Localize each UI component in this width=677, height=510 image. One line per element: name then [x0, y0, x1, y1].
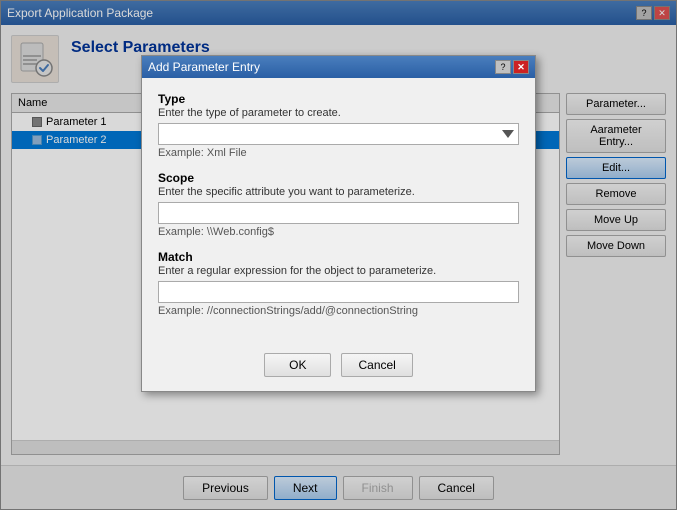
match-description: Enter a regular expression for the objec…: [158, 265, 519, 277]
match-field-section: Match Enter a regular expression for the…: [158, 250, 519, 317]
match-label: Match: [158, 250, 519, 264]
type-description: Enter the type of parameter to create.: [158, 107, 519, 119]
type-select[interactable]: [158, 123, 519, 145]
match-input[interactable]: [158, 281, 519, 303]
scope-input[interactable]: [158, 202, 519, 224]
scope-field-section: Scope Enter the specific attribute you w…: [158, 171, 519, 238]
type-example: Example: Xml File: [158, 147, 519, 159]
modal-title-bar: Add Parameter Entry ? ✕: [142, 56, 535, 78]
modal-close-button[interactable]: ✕: [513, 60, 529, 74]
outer-wrapper: Export Application Package ? ✕: [0, 0, 677, 510]
scope-example: Example: \\Web.config$: [158, 226, 519, 238]
modal-footer: OK Cancel: [142, 343, 535, 391]
scope-label: Scope: [158, 171, 519, 185]
type-label: Type: [158, 92, 519, 106]
match-example: Example: //connectionStrings/add/@connec…: [158, 305, 519, 317]
modal-cancel-button[interactable]: Cancel: [341, 353, 412, 377]
type-field-section: Type Enter the type of parameter to crea…: [158, 92, 519, 159]
modal-controls: ? ✕: [495, 60, 529, 74]
modal-body: Type Enter the type of parameter to crea…: [142, 78, 535, 343]
modal-title: Add Parameter Entry: [148, 60, 260, 74]
type-select-wrapper: [158, 123, 519, 145]
ok-button[interactable]: OK: [264, 353, 331, 377]
modal-dialog: Add Parameter Entry ? ✕ Type Enter the t…: [141, 55, 536, 392]
modal-help-button[interactable]: ?: [495, 60, 511, 74]
scope-description: Enter the specific attribute you want to…: [158, 186, 519, 198]
modal-overlay: Add Parameter Entry ? ✕ Type Enter the t…: [0, 0, 677, 510]
